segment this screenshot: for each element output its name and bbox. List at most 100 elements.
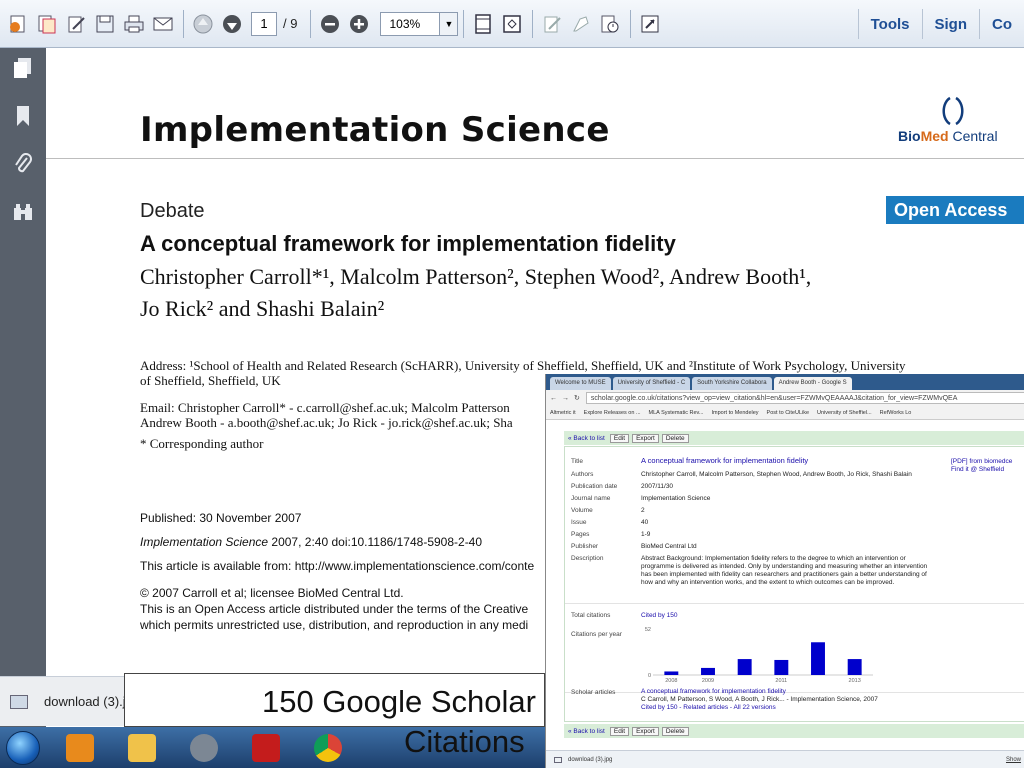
start-button[interactable] <box>0 727 46 768</box>
taskbar-app[interactable] <box>114 729 170 767</box>
browser-tab-active[interactable]: Andrew Booth - Google S <box>773 377 852 390</box>
back-to-list-link[interactable]: « Back to list <box>568 728 605 735</box>
printer-icon <box>124 15 143 32</box>
comment-button[interactable] <box>538 8 565 40</box>
field-value: Abstract Background: Implementation fide… <box>641 555 928 586</box>
fullscreen-button[interactable] <box>636 8 663 40</box>
bookmark-item[interactable]: University of Sheffiel... <box>817 410 872 416</box>
toolbar-separator <box>463 9 465 38</box>
bookmark-item[interactable]: Post to CiteULike <box>767 410 810 416</box>
fit-width-icon <box>503 14 521 33</box>
export-button[interactable]: Export <box>632 726 659 736</box>
edit-button[interactable]: Edit <box>609 726 630 736</box>
zoom-dropdown-button[interactable]: ▼ <box>440 11 459 36</box>
taskbar-app[interactable] <box>238 729 294 767</box>
authors-line: Jo Rick² and Shashi Balain² <box>140 296 385 321</box>
comment-link[interactable]: Co <box>979 9 1024 39</box>
bookmark-item[interactable]: Altmetric it <box>550 410 576 416</box>
field-label: Total citations <box>571 612 611 619</box>
browser-tab[interactable]: South Yorkshire Collabora <box>692 377 772 390</box>
sign-tool-button[interactable] <box>567 8 594 40</box>
zoom-level-input[interactable]: 103% <box>380 11 441 36</box>
zoom-in-button[interactable] <box>345 8 372 40</box>
copyright-line: which permits unrestricted use, distribu… <box>140 618 529 632</box>
hp-icon <box>190 733 218 762</box>
zoom-out-button[interactable] <box>316 8 343 40</box>
availability-line: This article is available from: http://w… <box>140 559 535 573</box>
taskbar-app[interactable] <box>176 729 232 767</box>
document-clock-icon <box>601 15 619 32</box>
journal-title: Implementation Science <box>140 110 610 150</box>
paper-title: A conceptual framework for implementatio… <box>140 231 676 256</box>
browser-address-row: ← → ↻ scholar.google.co.uk/citations?vie… <box>546 390 1024 406</box>
corresponding-author-note: * Corresponding author <box>140 436 264 451</box>
forward-arrow-icon[interactable]: → <box>562 395 569 402</box>
browser-tab[interactable]: Welcome to MUSE <box>550 377 611 390</box>
field-label: Publication date <box>571 483 618 490</box>
side-links: [PDF] from biomedce Find it @ Sheffield <box>951 458 1012 474</box>
scholar-article-links[interactable]: Cited by 150 - Related articles - All 22… <box>641 704 941 712</box>
scholar-article-title[interactable]: A conceptual framework for implementatio… <box>641 688 941 696</box>
browser-tab[interactable]: University of Sheffield - C <box>612 377 691 390</box>
citation-journal: Implementation Science <box>140 535 269 549</box>
downloaded-file-name[interactable]: download (3).j <box>44 694 126 709</box>
taskbar-app[interactable] <box>300 729 356 767</box>
toolbar-separator <box>310 9 312 38</box>
pdf-link[interactable]: [PDF] from biomedce <box>951 458 1012 466</box>
save-button[interactable] <box>91 8 118 40</box>
inset-download-file[interactable]: download (3).jpg <box>568 757 612 763</box>
combine-button[interactable] <box>33 8 60 40</box>
page-number-input[interactable]: 1 <box>251 11 277 36</box>
show-all-downloads-link[interactable]: Show <box>1006 757 1021 763</box>
url-input[interactable]: scholar.google.co.uk/citations?view_op=v… <box>585 392 1024 404</box>
tools-link[interactable]: Tools <box>857 9 922 39</box>
create-pdf-button[interactable] <box>4 8 31 40</box>
scholar-article-entry: A conceptual framework for implementatio… <box>641 688 941 712</box>
bookmark-item[interactable]: RefWorks Lo <box>880 410 912 416</box>
email-line: Email: Christopher Carroll* - c.carroll@… <box>140 400 510 415</box>
back-arrow-icon[interactable]: ← <box>550 395 557 402</box>
acrobat-icon <box>252 733 280 762</box>
chart-x-tick-label: 2011 <box>775 678 787 684</box>
toolbar-separator <box>630 9 632 38</box>
bookmark-item[interactable]: Import to Mendeley <box>711 410 758 416</box>
delete-button[interactable]: Delete <box>661 726 689 736</box>
field-title-link[interactable]: A conceptual framework for implementatio… <box>641 457 941 465</box>
google-scholar-screenshot: Welcome to MUSE University of Sheffield … <box>545 374 1024 768</box>
edit-button[interactable]: Edit <box>609 433 630 443</box>
timestamp-button[interactable] <box>596 8 623 40</box>
find-button[interactable] <box>0 192 46 240</box>
bookmark-item[interactable]: MLA Systematic Rev... <box>649 410 704 416</box>
chart-bar <box>701 667 715 675</box>
chart-x-tick-label: 2008 <box>665 678 677 684</box>
attachments-button[interactable] <box>0 144 46 192</box>
create-pdf-icon <box>9 15 24 32</box>
sign-link[interactable]: Sign <box>921 9 980 39</box>
delete-button[interactable]: Delete <box>661 433 689 443</box>
field-label: Title <box>571 458 584 465</box>
field-label: Scholar articles <box>571 689 616 696</box>
taskbar-app[interactable] <box>52 729 108 767</box>
back-to-list-link[interactable]: « Back to list <box>568 435 605 442</box>
browser-tab-strip: Welcome to MUSE University of Sheffield … <box>546 374 1024 390</box>
folder-icon <box>128 733 156 762</box>
find-it-link[interactable]: Find it @ Sheffield <box>951 466 1012 474</box>
email-button[interactable] <box>149 8 176 40</box>
address-line: Address: ¹School of Health and Related R… <box>140 358 906 373</box>
page-thumbnails-button[interactable] <box>0 48 46 96</box>
edit-button[interactable] <box>62 8 89 40</box>
toolbar-separator <box>532 9 534 38</box>
previous-page-button[interactable] <box>189 8 216 40</box>
envelope-icon <box>153 17 172 30</box>
print-button[interactable] <box>120 8 147 40</box>
chart-bar <box>774 659 789 675</box>
bookmark-item[interactable]: Explore Releases on ... <box>584 410 641 416</box>
next-page-button[interactable] <box>218 8 245 40</box>
export-button[interactable]: Export <box>632 433 659 443</box>
cited-by-link[interactable]: Cited by 150 <box>641 612 941 620</box>
fit-page-icon <box>475 13 491 34</box>
bookmarks-button[interactable] <box>0 96 46 144</box>
fit-page-button[interactable] <box>469 8 496 40</box>
reload-icon[interactable]: ↻ <box>574 394 580 402</box>
fit-width-button[interactable] <box>498 8 525 40</box>
